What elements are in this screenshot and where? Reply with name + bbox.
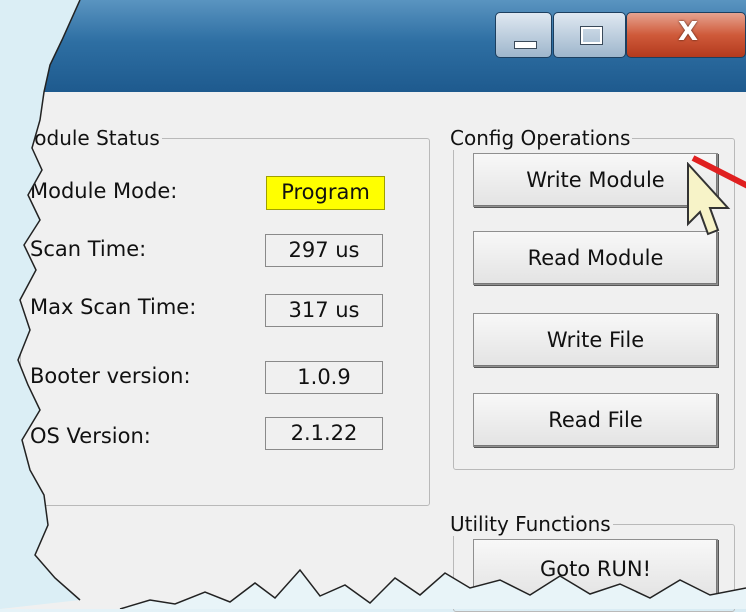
maximize-button[interactable] — [553, 12, 626, 58]
booter-version-value: 1.0.9 — [265, 361, 383, 394]
booter-version-label: Booter version: — [30, 364, 191, 388]
mouse-cursor-icon — [687, 162, 731, 236]
os-version-value: 2.1.22 — [265, 417, 383, 450]
read-file-button[interactable]: Read File — [473, 393, 718, 447]
scan-time-label: Scan Time: — [30, 237, 147, 261]
write-file-button[interactable]: Write File — [473, 313, 718, 367]
minimize-icon — [514, 41, 537, 49]
read-module-button[interactable]: Read Module — [473, 231, 718, 285]
module-mode-value: Program — [266, 176, 385, 210]
max-scan-time-value: 317 us — [265, 294, 383, 327]
module-status-title: Module Status — [17, 126, 160, 150]
goto-run-button[interactable]: Goto RUN! — [473, 539, 718, 599]
scan-time-value: 297 us — [265, 234, 383, 267]
utility-functions-title: Utility Functions — [450, 512, 611, 536]
config-operations-title: Config Operations — [450, 126, 631, 150]
close-button[interactable]: X — [626, 12, 746, 58]
module-mode-label: Module Mode: — [30, 179, 178, 203]
minimize-button[interactable] — [495, 12, 552, 58]
os-version-label: OS Version: — [30, 424, 151, 448]
maximize-icon — [580, 26, 603, 45]
write-module-button[interactable]: Write Module — [473, 153, 718, 207]
max-scan-time-label: Max Scan Time: — [30, 295, 197, 319]
close-icon: X — [677, 17, 699, 47]
